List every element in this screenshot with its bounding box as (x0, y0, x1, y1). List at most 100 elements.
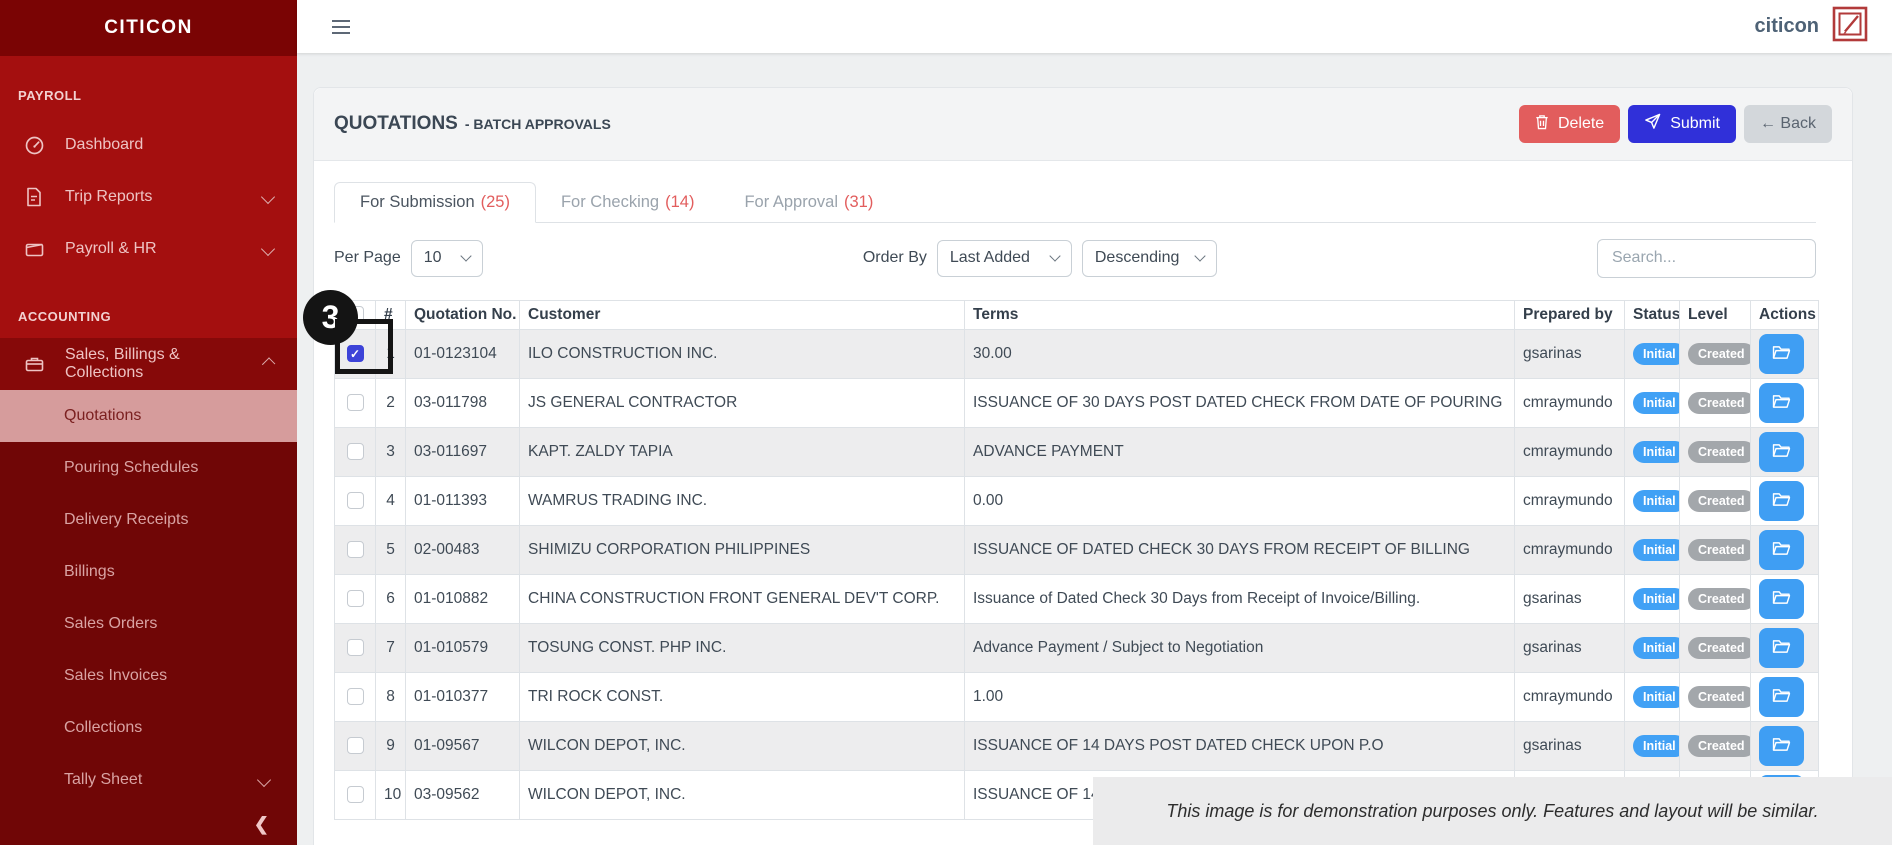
header-buttons: Delete Submit ← Back (1519, 105, 1832, 143)
sidebar-submenu-item[interactable]: Collections (0, 702, 297, 754)
level-badge: Created (1688, 686, 1751, 708)
sidebar-section-label-accounting: ACCOUNTING (0, 275, 297, 338)
status-badge: Initial (1633, 343, 1680, 365)
row-checkbox-cell (335, 673, 376, 722)
level-cell: Created (1680, 379, 1751, 428)
sidebar-item-dashboard[interactable]: Dashboard (0, 119, 297, 171)
actions-cell (1751, 379, 1819, 428)
row-checkbox[interactable] (347, 590, 364, 607)
sidebar-item-trip-reports[interactable]: Trip Reports (0, 171, 297, 223)
col-header-level: Level (1680, 301, 1751, 330)
sidebar-submenu-item-label: Sales Invoices (64, 667, 167, 685)
card-header: QUOTATIONS - BATCH APPROVALS Delete Subm… (314, 88, 1852, 161)
sidebar-submenu-item[interactable]: Tally Sheet (0, 754, 297, 806)
chevron-down-icon (261, 242, 275, 256)
col-header-status: Status (1625, 301, 1680, 330)
status-cell: Initial (1625, 673, 1680, 722)
row-checkbox[interactable] (347, 688, 364, 705)
sidebar-submenu-item[interactable]: Pouring Schedules (0, 442, 297, 494)
table-row: 4 01-011393 WAMRUS TRADING INC. 0.00 cmr… (335, 477, 1819, 526)
customer-cell: WAMRUS TRADING INC. (520, 477, 965, 526)
status-cell: Initial (1625, 624, 1680, 673)
open-quotation-button[interactable] (1759, 628, 1804, 668)
status-cell: Initial (1625, 428, 1680, 477)
open-quotation-button[interactable] (1759, 383, 1804, 423)
sidebar-submenu-item[interactable]: Quotations (0, 390, 297, 442)
chevron-down-icon (460, 250, 471, 261)
prepared-by-cell: cmraymundo (1515, 379, 1625, 428)
row-number: 2 (376, 379, 406, 428)
row-checkbox[interactable] (347, 443, 364, 460)
level-cell: Created (1680, 575, 1751, 624)
sort-direction-value: Descending (1095, 249, 1180, 267)
delete-button[interactable]: Delete (1519, 105, 1620, 143)
row-checkbox-cell (335, 624, 376, 673)
level-badge: Created (1688, 637, 1751, 659)
per-page-select[interactable]: 10 (411, 240, 483, 277)
row-number: 8 (376, 673, 406, 722)
open-quotation-button[interactable] (1759, 677, 1804, 717)
chevron-left-icon: ❮ (254, 814, 269, 835)
sidebar-submenu-item[interactable]: Billings (0, 546, 297, 598)
quotation-no-cell: 02-00483 (406, 526, 520, 575)
sidebar-body: PAYROLL Dashboard Trip Reports Payroll &… (0, 56, 297, 845)
demo-disclaimer-text: This image is for demonstration purposes… (1166, 801, 1818, 822)
level-badge: Created (1688, 735, 1751, 757)
tab[interactable]: For Approval (31) (719, 182, 898, 223)
back-button[interactable]: ← Back (1744, 105, 1832, 143)
menu-toggle-icon[interactable] (332, 20, 350, 34)
open-quotation-button[interactable] (1759, 334, 1804, 374)
search-input[interactable] (1597, 239, 1816, 278)
actions-cell (1751, 477, 1819, 526)
back-button-label: ← Back (1760, 115, 1816, 133)
level-badge: Created (1688, 588, 1751, 610)
open-quotation-button[interactable] (1759, 579, 1804, 619)
sidebar-submenu-item-label: Collections (64, 719, 142, 737)
tab[interactable]: For Checking (14) (536, 182, 719, 223)
sidebar-item-payroll-hr[interactable]: Payroll & HR (0, 223, 297, 275)
level-cell: Created (1680, 722, 1751, 771)
sort-field-value: Last Added (950, 249, 1030, 267)
level-badge: Created (1688, 490, 1751, 512)
row-checkbox[interactable] (347, 639, 364, 656)
sidebar-submenu-item[interactable]: Delivery Receipts (0, 494, 297, 546)
sort-field-select[interactable]: Last Added (937, 240, 1072, 277)
tab-bar: For Submission (25) For Checking (14) Fo… (334, 182, 1816, 223)
open-quotation-button[interactable] (1759, 432, 1804, 472)
status-badge: Initial (1633, 735, 1680, 757)
briefcase-icon (23, 353, 45, 375)
quotation-no-cell: 03-011798 (406, 379, 520, 428)
level-cell: Created (1680, 526, 1751, 575)
chevron-down-icon (257, 773, 271, 787)
open-quotation-button[interactable] (1759, 530, 1804, 570)
actions-cell (1751, 526, 1819, 575)
wallet-icon (23, 238, 45, 260)
sidebar-submenu-item[interactable]: Sales Invoices (0, 650, 297, 702)
customer-cell: WILCON DEPOT, INC. (520, 722, 965, 771)
table-row: 1 01-0123104 ILO CONSTRUCTION INC. 30.00… (335, 330, 1819, 379)
folder-open-icon (1772, 639, 1791, 657)
submit-button[interactable]: Submit (1628, 105, 1736, 143)
row-checkbox[interactable] (347, 394, 364, 411)
folder-open-icon (1772, 394, 1791, 412)
row-checkbox[interactable] (347, 541, 364, 558)
row-number: 5 (376, 526, 406, 575)
sidebar-brand: CITICON (0, 0, 297, 56)
sidebar-submenu-item[interactable]: Sales Orders (0, 598, 297, 650)
status-badge: Initial (1633, 441, 1680, 463)
list-controls: Per Page 10 Order By Last Added (334, 238, 1816, 278)
sidebar-collapse-button[interactable]: ❮ (0, 806, 297, 845)
row-checkbox[interactable] (347, 492, 364, 509)
sort-direction-select[interactable]: Descending (1082, 240, 1217, 277)
level-cell: Created (1680, 428, 1751, 477)
row-checkbox[interactable] (347, 737, 364, 754)
tab[interactable]: For Submission (25) (334, 182, 536, 223)
open-quotation-button[interactable] (1759, 726, 1804, 766)
chevron-down-icon (1194, 250, 1205, 261)
open-quotation-button[interactable] (1759, 481, 1804, 521)
chevron-up-icon (262, 357, 276, 371)
sidebar-item-sales-billings-collections[interactable]: Sales, Billings & Collections (0, 338, 297, 390)
customer-cell: CHINA CONSTRUCTION FRONT GENERAL DEV'T C… (520, 575, 965, 624)
level-cell: Created (1680, 330, 1751, 379)
row-checkbox[interactable] (347, 786, 364, 803)
